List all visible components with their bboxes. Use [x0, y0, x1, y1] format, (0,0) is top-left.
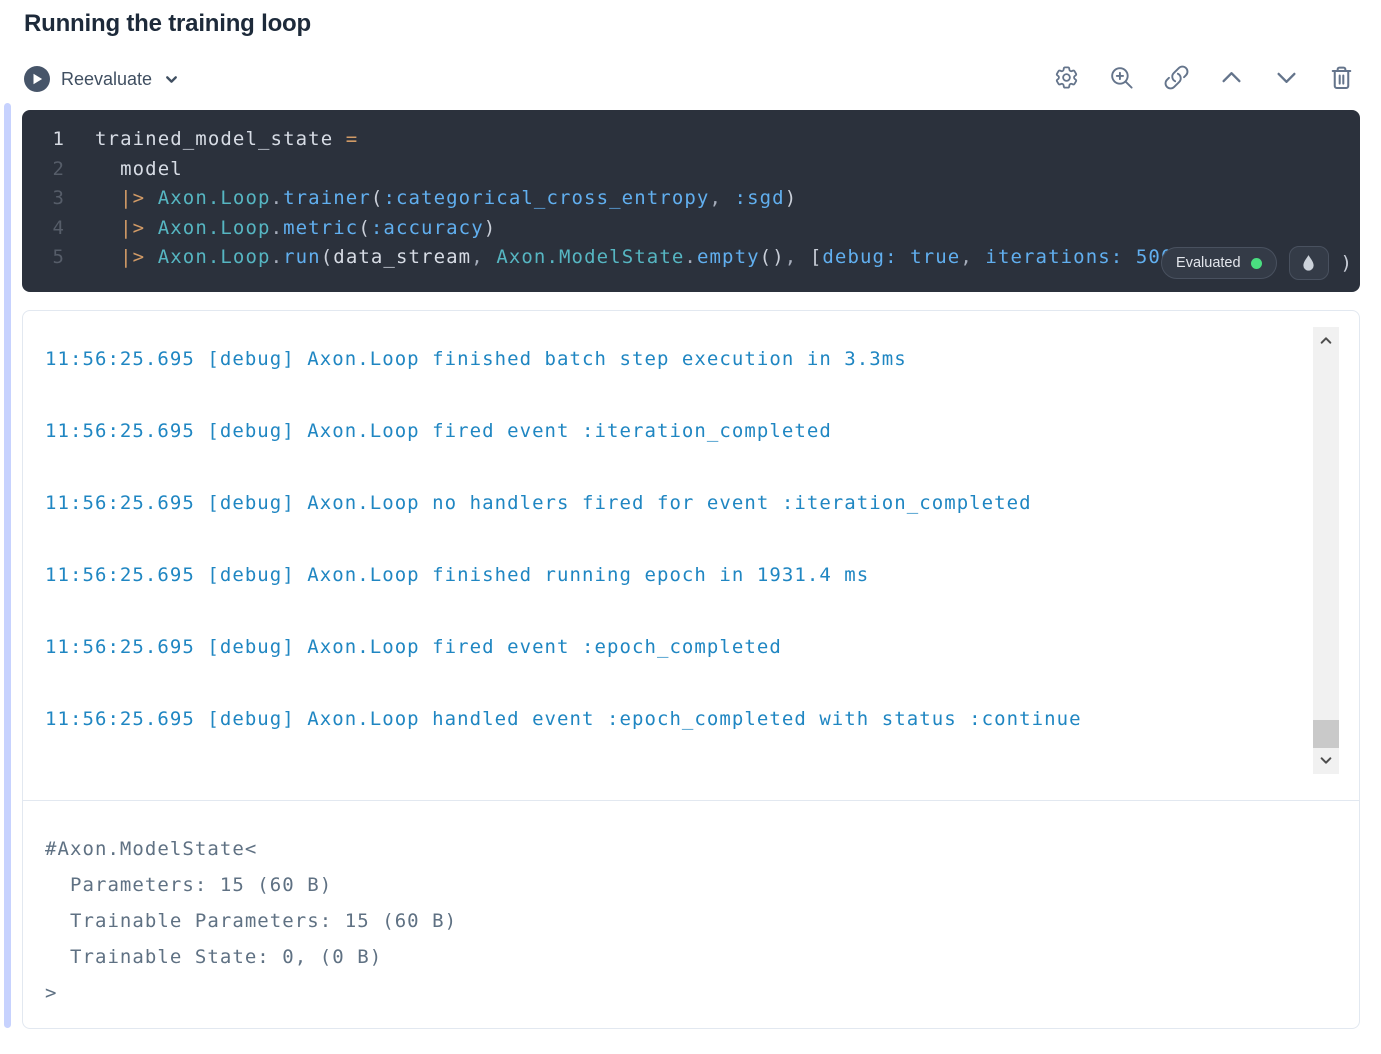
- code-line: 1 trained_model_state =: [22, 125, 1360, 155]
- reevaluate-label: Reevaluate: [61, 68, 153, 89]
- log-line: 11:56:25.695 [debug] Axon.Loop finished …: [45, 564, 870, 586]
- code-text: trained_model_state =: [95, 128, 359, 150]
- editor-badges: Evaluated ): [1161, 246, 1352, 280]
- line-number: 5: [52, 246, 64, 268]
- line-number: 1: [52, 128, 64, 150]
- move-down-button[interactable]: [1273, 66, 1300, 93]
- code-lines: 1 trained_model_state = 2 model 3 |> Axon.L…: [22, 125, 1360, 273]
- link-icon: [1163, 64, 1190, 94]
- trash-icon: [1328, 64, 1355, 94]
- code-line: 3 |> Axon.Loop.trainer(:categorical_cros…: [22, 184, 1360, 214]
- log-line: 11:56:25.695 [debug] Axon.Loop fired eve…: [45, 420, 832, 442]
- log-line: 11:56:25.695 [debug] Axon.Loop handled e…: [45, 708, 1082, 730]
- delete-button[interactable]: [1328, 66, 1355, 93]
- log-line: 11:56:25.695 [debug] Axon.Loop no handle…: [45, 492, 1032, 514]
- log-scrollbar[interactable]: [1313, 327, 1339, 774]
- scrollbar-up-arrow[interactable]: [1313, 329, 1339, 353]
- line-number: 2: [52, 157, 64, 180]
- code-line: 4 |> Axon.Loop.metric(:accuracy): [22, 214, 1360, 244]
- chevron-up-icon: [1218, 64, 1245, 94]
- code-line: 2 model: [22, 155, 1360, 185]
- chevron-down-icon: [166, 75, 177, 83]
- result-line: Trainable Parameters: 15 (60 B): [45, 910, 458, 932]
- line-number: 4: [52, 216, 64, 239]
- code-text: |> Axon.Loop.trainer(:categorical_cross_…: [120, 187, 798, 209]
- reevaluate-button[interactable]: Reevaluate: [24, 66, 180, 92]
- cell-toolbar: Reevaluate: [24, 62, 1355, 96]
- result-line: >: [45, 982, 58, 1004]
- play-icon: [24, 66, 50, 92]
- chevron-down-icon: [1273, 64, 1300, 94]
- page-title: Running the training loop: [24, 10, 311, 37]
- code-line: 5 |> Axon.Loop.run(data_stream, Axon.Mod…: [22, 243, 1360, 273]
- code-trailing-paren: ): [1340, 252, 1352, 274]
- evaluated-badge: Evaluated: [1161, 247, 1277, 279]
- log-line: 11:56:25.695 [debug] Axon.Loop finished …: [45, 348, 907, 370]
- gear-icon: [1053, 64, 1080, 94]
- code-text: model: [95, 157, 183, 180]
- result-line: Trainable State: 0, (0 B): [45, 946, 383, 968]
- droplet-icon: [1303, 254, 1314, 271]
- scrollbar-down-arrow[interactable]: [1313, 748, 1339, 772]
- evaluated-dot-icon: [1250, 257, 1262, 269]
- zoom-button[interactable]: [1108, 66, 1135, 93]
- log-line: 11:56:25.695 [debug] Axon.Loop fired eve…: [45, 636, 782, 658]
- notebook-cell: 1 trained_model_state = 2 model 3 |> Axon.L…: [0, 103, 1381, 1029]
- zoom-in-icon: [1108, 64, 1135, 94]
- result-line: #Axon.ModelState<: [45, 838, 258, 860]
- code-editor[interactable]: 1 trained_model_state = 2 model 3 |> Axon.L…: [22, 110, 1360, 292]
- settings-button[interactable]: [1053, 66, 1080, 93]
- result-output-area: #Axon.ModelState< Parameters: 15 (60 B) …: [23, 801, 1359, 1028]
- cell-action-icons: [1053, 64, 1355, 94]
- line-number: 3: [52, 187, 64, 209]
- result-lines: #Axon.ModelState< Parameters: 15 (60 B) …: [45, 831, 1337, 1011]
- cell-outputs: 11:56:25.695 [debug] Axon.Loop finished …: [22, 310, 1360, 1029]
- move-up-button[interactable]: [1218, 66, 1245, 93]
- scrollbar-thumb[interactable]: [1313, 720, 1339, 748]
- result-line: Parameters: 15 (60 B): [45, 874, 333, 896]
- droplet-badge: [1288, 246, 1329, 280]
- code-text: |> Axon.Loop.metric(:accuracy): [120, 216, 497, 239]
- code-text: |> Axon.Loop.run(data_stream, Axon.Model…: [120, 246, 1174, 268]
- evaluated-label: Evaluated: [1176, 255, 1241, 271]
- link-button[interactable]: [1163, 64, 1190, 94]
- log-lines: 11:56:25.695 [debug] Axon.Loop finished …: [45, 347, 1299, 731]
- cell-focus-bar: [4, 103, 11, 1028]
- log-output-area[interactable]: 11:56:25.695 [debug] Axon.Loop finished …: [23, 311, 1359, 801]
